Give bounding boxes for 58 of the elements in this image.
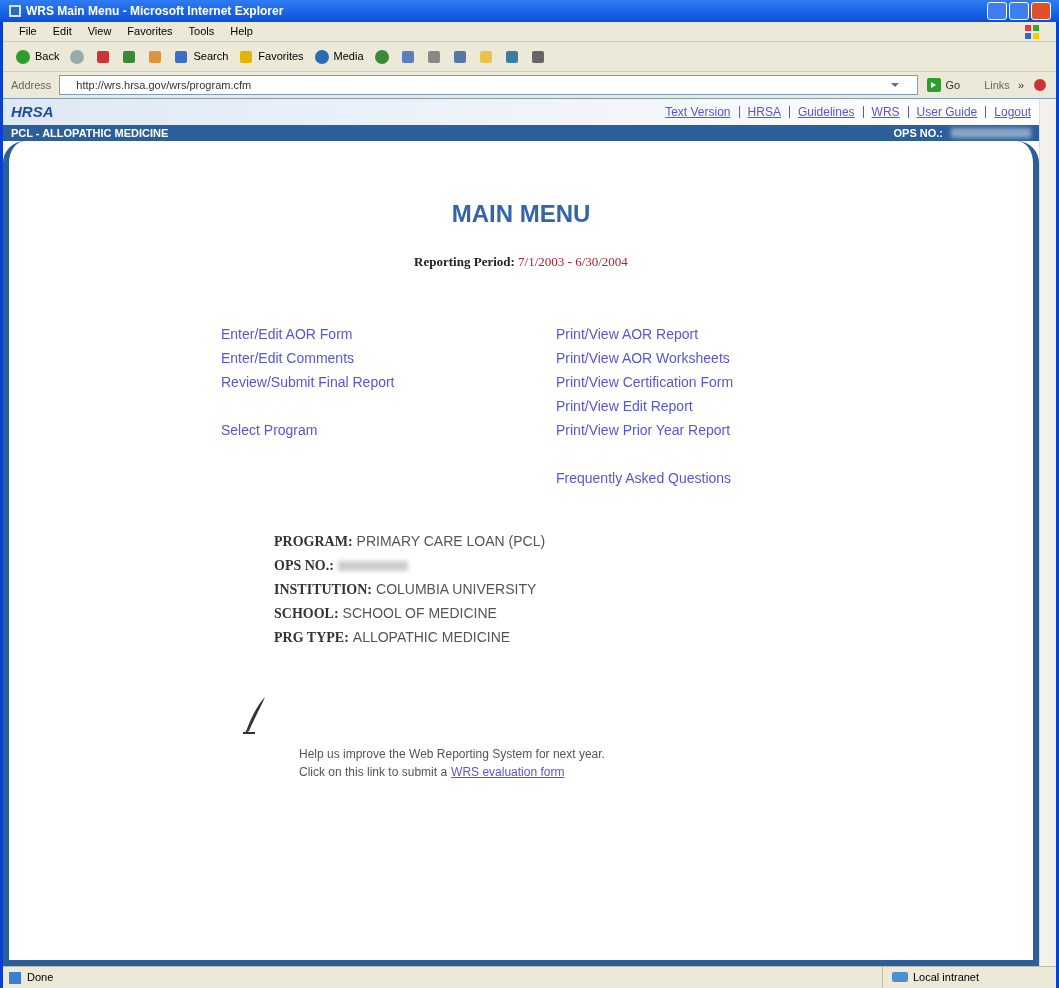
- menu-item[interactable]: File: [19, 23, 37, 40]
- redacted-value: [337, 560, 408, 571]
- period-label: Reporting Period:: [414, 254, 515, 269]
- header-link[interactable]: Text Version: [665, 103, 731, 121]
- menu-link[interactable]: Print/View AOR Worksheets: [556, 345, 734, 370]
- menu-link[interactable]: Select Program: [221, 417, 556, 442]
- info-label: PRG TYPE:: [274, 629, 349, 647]
- evaluation-link[interactable]: WRS evaluation form: [451, 762, 565, 781]
- info-label: SCHOOL:: [274, 605, 339, 623]
- menu-link[interactable]: Review/Submit Final Report: [221, 369, 556, 394]
- address-label: Address: [11, 77, 52, 93]
- banner-ops-label: OPS NO.:: [893, 125, 943, 141]
- period-value: 7/1/2003 - 6/30/2004: [518, 254, 628, 269]
- close-button[interactable]: [1031, 2, 1051, 20]
- window-title: WRS Main Menu - Microsoft Internet Explorer: [26, 3, 284, 20]
- menu-link[interactable]: Enter/Edit AOR Form: [221, 321, 556, 346]
- feedback-text: Click on this link to submit a: [299, 763, 448, 781]
- more-chevron[interactable]: »: [1017, 76, 1024, 94]
- links-label[interactable]: Links: [984, 76, 1010, 94]
- back-button[interactable]: Back: [15, 48, 60, 65]
- menu-item[interactable]: Edit: [52, 23, 72, 40]
- info-label: OPS NO.:: [274, 557, 334, 575]
- header-link[interactable]: Guidelines: [797, 103, 855, 121]
- menu-item[interactable]: Tools: [188, 23, 215, 40]
- menu-item[interactable]: Favorites: [127, 23, 173, 40]
- feedback-text: Help us improve the Web Reporting System for next year.: [299, 745, 606, 763]
- header-link[interactable]: HRSA: [747, 103, 781, 121]
- maximize-button[interactable]: [1009, 2, 1029, 20]
- info-label: PROGRAM:: [274, 533, 353, 551]
- favorites-button[interactable]: Favorites: [238, 48, 304, 65]
- address-field[interactable]: http://wrs.hrsa.gov/wrs/program.cfm: [59, 75, 918, 95]
- header-link[interactable]: WRS: [871, 103, 900, 121]
- site-logo: HRSA: [11, 101, 54, 122]
- menu-link[interactable]: Print/View Edit Report: [556, 393, 734, 418]
- menu-link[interactable]: Print/View AOR Report: [556, 321, 734, 346]
- header-link[interactable]: User Guide: [916, 103, 978, 121]
- menu-item[interactable]: View: [87, 23, 112, 40]
- minimize-button[interactable]: [987, 2, 1007, 20]
- menu-link[interactable]: Frequently Asked Questions: [556, 465, 734, 490]
- zone-text: Local intranet: [913, 970, 980, 986]
- info-value: PRIMARY CARE LOAN (PCL): [356, 532, 546, 551]
- menu-link[interactable]: Print/View Prior Year Report: [556, 417, 734, 442]
- info-value: SCHOOL OF MEDICINE: [342, 604, 497, 623]
- info-label: INSTITUTION:: [274, 581, 373, 599]
- media-button[interactable]: Media: [313, 48, 364, 65]
- menu-item[interactable]: Help: [230, 23, 253, 40]
- windows-logo-icon: [1024, 23, 1040, 40]
- scrollbar[interactable]: [1039, 99, 1056, 966]
- menu-link[interactable]: Enter/Edit Comments: [221, 345, 556, 370]
- menu-link[interactable]: Print/View Certification Form: [556, 369, 734, 394]
- header-link[interactable]: Logout: [994, 103, 1031, 121]
- status-text: Done: [27, 970, 54, 986]
- search-button[interactable]: Search: [173, 48, 229, 65]
- go-button[interactable]: Go: [925, 76, 961, 94]
- banner-program: PCL - ALLOPATHIC MEDICINE: [11, 125, 169, 141]
- page-title: MAIN MENU: [451, 199, 591, 229]
- info-value: COLUMBIA UNIVERSITY: [376, 580, 537, 599]
- info-value: ALLOPATHIC MEDICINE: [352, 628, 511, 647]
